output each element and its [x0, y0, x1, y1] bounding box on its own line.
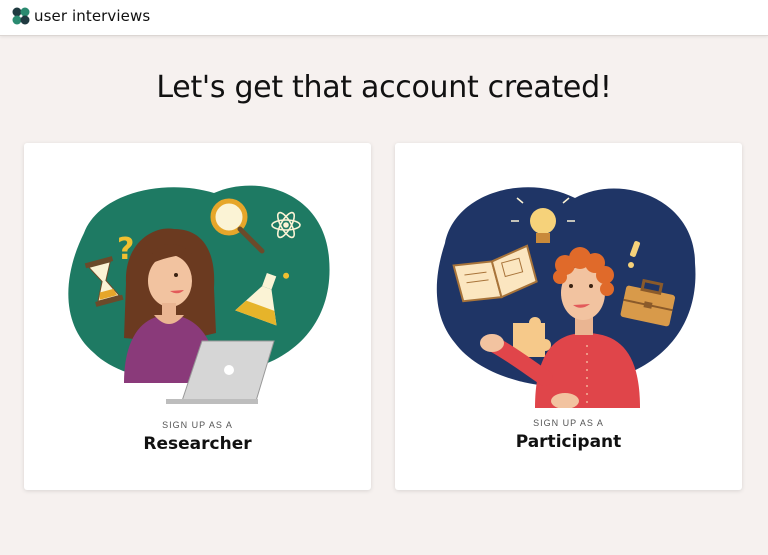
participant-signup-card[interactable]: SIGN UP AS A Participant	[395, 143, 742, 490]
participant-role-label: Participant	[515, 432, 622, 452]
researcher-illustration: ?	[68, 185, 330, 404]
researcher-signup-card[interactable]: ? SIGN UP AS A Researcher	[24, 143, 371, 490]
top-navigation-bar: user interviews	[0, 0, 768, 36]
participant-illustration	[436, 187, 696, 408]
user-interviews-logo-icon[interactable]	[12, 7, 30, 25]
signup-kicker: SIGN UP AS A	[162, 420, 233, 430]
page-title: Let's get that account created!	[156, 70, 612, 105]
researcher-role-label: Researcher	[143, 434, 252, 454]
brand-name[interactable]: user interviews	[34, 7, 150, 25]
signup-kicker: SIGN UP AS A	[533, 418, 604, 428]
